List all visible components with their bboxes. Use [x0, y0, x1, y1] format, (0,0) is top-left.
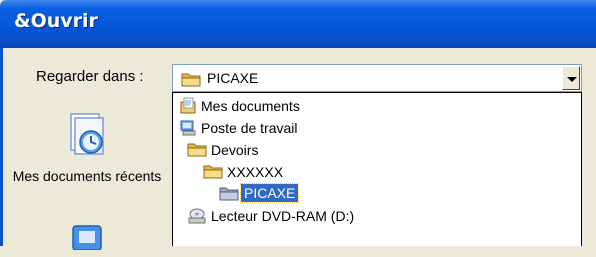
list-item-label: Lecteur DVD-RAM (D:): [211, 208, 355, 224]
open-dialog: &Ouvrir Regarder dans : PICAXE Mes docum…: [0, 0, 596, 251]
dvd-drive-icon: [187, 207, 207, 228]
folder-icon: [219, 185, 239, 204]
place-desktop[interactable]: [12, 224, 162, 257]
list-item-label: XXXXXX: [227, 164, 284, 180]
list-item[interactable]: PICAXE: [173, 183, 581, 205]
my-documents-icon: [179, 97, 197, 118]
look-in-value: PICAXE: [207, 70, 259, 86]
place-label: Mes documents récents: [12, 168, 162, 184]
list-item-label: Devoirs: [211, 142, 259, 158]
place-recent-documents[interactable]: Mes documents récents: [12, 112, 162, 185]
list-item[interactable]: Lecteur DVD-RAM (D:): [173, 205, 581, 227]
look-in-combobox[interactable]: PICAXE: [172, 64, 582, 92]
list-item[interactable]: Mes documents: [173, 95, 581, 117]
title-bar[interactable]: &Ouvrir: [0, 0, 596, 48]
look-in-dropdown-list[interactable]: Mes documents Poste de travail Devoirs X…: [172, 92, 582, 246]
list-item[interactable]: XXXXXX: [173, 161, 581, 183]
list-item-label: PICAXE: [239, 183, 300, 203]
list-item[interactable]: Devoirs: [173, 139, 581, 161]
places-bar: Mes documents récents: [12, 100, 162, 251]
folder-icon: [203, 163, 223, 182]
folder-icon: [181, 71, 201, 90]
my-computer-icon: [179, 119, 197, 140]
list-item-label: Mes documents: [201, 98, 300, 114]
chevron-down-icon: [567, 77, 577, 82]
look-in-label: Regarder dans :: [36, 68, 144, 85]
folder-icon: [187, 141, 207, 160]
list-item-label: Poste de travail: [201, 120, 298, 136]
window-title: &Ouvrir: [14, 10, 98, 32]
list-item[interactable]: Poste de travail: [173, 117, 581, 139]
look-in-dropdown-button[interactable]: [562, 66, 580, 90]
window-frame-left: [0, 48, 3, 246]
recent-documents-icon: [65, 113, 109, 163]
